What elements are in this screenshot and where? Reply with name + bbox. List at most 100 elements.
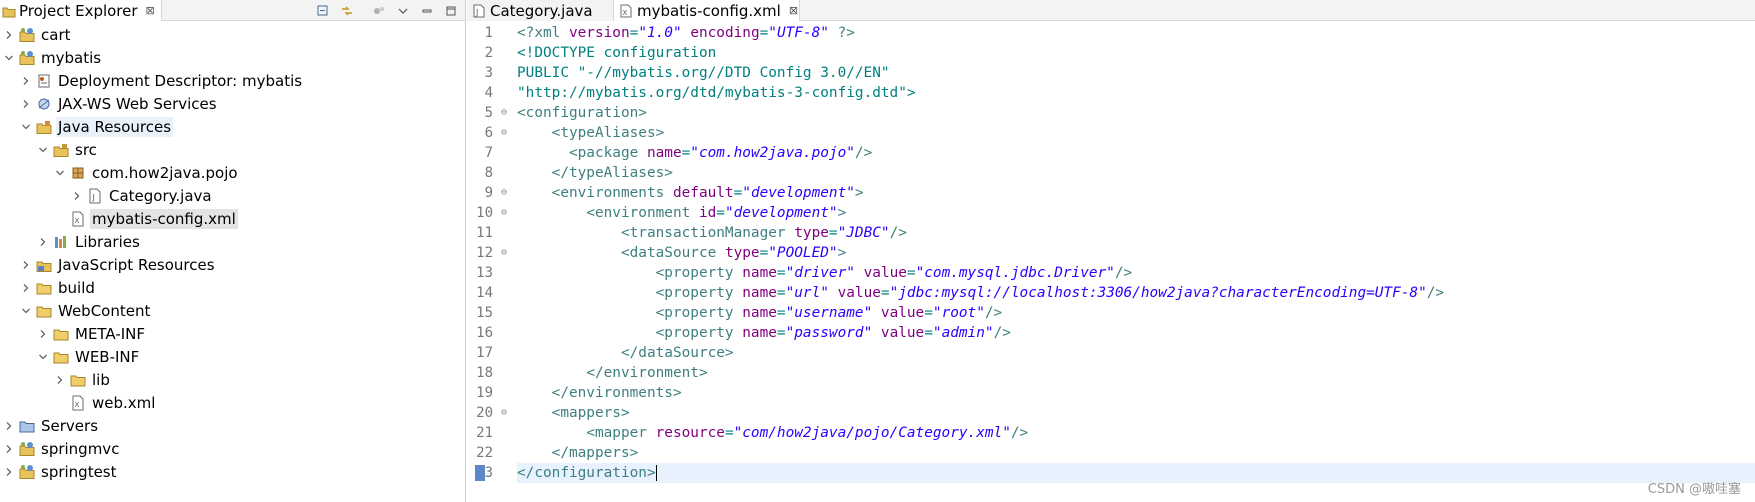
fold-toggle-icon[interactable]: ⊖: [501, 123, 507, 143]
maximize-icon[interactable]: [444, 4, 458, 18]
chevron-right-icon[interactable]: [36, 327, 50, 341]
chevron-down-icon[interactable]: [36, 350, 50, 364]
code-line[interactable]: <transactionManager type="JDBC"/>: [517, 223, 1755, 243]
tab-category-java[interactable]: J Category.java: [467, 0, 614, 21]
tree-item-webcontent[interactable]: WebContent: [0, 299, 465, 322]
chevron-right-icon[interactable]: [19, 97, 33, 111]
chevron-right-icon[interactable]: [19, 74, 33, 88]
code-line[interactable]: <property name="password" value="admin"/…: [517, 323, 1755, 343]
xml-tag: <transactionManager: [620, 225, 795, 241]
fold-toggle-icon[interactable]: ⊖: [501, 243, 507, 263]
tree-item-build[interactable]: build: [0, 276, 465, 299]
xml-tag: </dataSource>: [620, 345, 734, 361]
tree-item-category-java[interactable]: J Category.java: [0, 184, 465, 207]
tree-item-meta-inf[interactable]: META-INF: [0, 322, 465, 345]
tree-item-jax-ws-web-services[interactable]: JAX-WS Web Services: [0, 92, 465, 115]
tab-mybatis-config-xml[interactable]: X mybatis-config.xml ⊠: [614, 0, 800, 21]
code-line[interactable]: </dataSource>: [517, 343, 1755, 363]
link-with-editor-icon[interactable]: [340, 4, 354, 18]
code-line[interactable]: </typeAliases>: [517, 163, 1755, 183]
code-line[interactable]: PUBLIC "-//mybatis.org//DTD Config 3.0//…: [517, 63, 1755, 83]
code-line[interactable]: <?xml version="1.0" encoding="UTF-8" ?>: [517, 23, 1755, 43]
package-icon: [69, 165, 87, 181]
xml-value: "com.how2java.pojo": [690, 145, 855, 161]
code-line[interactable]: <typeAliases>: [517, 123, 1755, 143]
close-icon[interactable]: ⊠: [146, 4, 155, 17]
tab-project-explorer[interactable]: Project Explorer ⊠: [0, 0, 162, 21]
tree-item-java-resources[interactable]: Java Resources: [0, 115, 465, 138]
code-line[interactable]: <mapper resource="com/how2java/pojo/Cate…: [517, 423, 1755, 443]
xml-tag: />: [889, 225, 907, 241]
chevron-right-icon[interactable]: [2, 465, 16, 479]
code-line[interactable]: <dataSource type="POOLED">: [517, 243, 1755, 263]
chevron-right-icon[interactable]: [19, 281, 33, 295]
tree-item-src[interactable]: src: [0, 138, 465, 161]
tree-item-mybatis[interactable]: mybatis: [0, 46, 465, 69]
xml-tag: </mappers>: [551, 445, 639, 461]
chevron-down-icon[interactable]: [19, 304, 33, 318]
code-area[interactable]: <?xml version="1.0" encoding="UTF-8" ?> <…: [517, 23, 1755, 483]
tree-item-servers[interactable]: Servers: [0, 414, 465, 437]
xml-attribute: resource: [655, 425, 725, 441]
code-line[interactable]: </environments>: [517, 383, 1755, 403]
xml-tag: </environment>: [586, 365, 708, 381]
chevron-right-icon[interactable]: [53, 373, 67, 387]
code-line[interactable]: </mappers>: [517, 443, 1755, 463]
editor-tabbar: J Category.java X mybatis-config.xml ⊠: [467, 0, 1755, 21]
code-line[interactable]: <package name="com.how2java.pojo"/>: [517, 143, 1755, 163]
code-line[interactable]: <!DOCTYPE configuration: [517, 43, 1755, 63]
xml-text: [517, 365, 586, 381]
chevron-right-icon[interactable]: [70, 189, 84, 203]
fold-toggle-icon[interactable]: ⊖: [501, 403, 507, 423]
tree-item-web-xml[interactable]: Xweb.xml: [0, 391, 465, 414]
xml-text: [872, 325, 881, 341]
view-menu-icon[interactable]: [396, 4, 410, 18]
code-line[interactable]: <environment id="development">: [517, 203, 1755, 223]
code-line[interactable]: <property name="driver" value="com.mysql…: [517, 263, 1755, 283]
xml-value: "development": [724, 205, 838, 221]
fold-toggle-icon[interactable]: ⊖: [501, 203, 507, 223]
tree-item-javascript-resources[interactable]: JavaScript Resources: [0, 253, 465, 276]
tree-item-springtest[interactable]: springtest: [0, 460, 465, 483]
chevron-down-icon[interactable]: [36, 143, 50, 157]
code-line[interactable]: </environment>: [517, 363, 1755, 383]
code-line[interactable]: "http://mybatis.org/dtd/mybatis-3-config…: [517, 83, 1755, 103]
fold-toggle-icon[interactable]: ⊖: [501, 183, 507, 203]
tree-item-springmvc[interactable]: springmvc: [0, 437, 465, 460]
code-line[interactable]: <environments default="development">: [517, 183, 1755, 203]
tree-item-com-how2java-pojo[interactable]: com.how2java.pojo: [0, 161, 465, 184]
code-line[interactable]: <property name="url" value="jdbc:mysql:/…: [517, 283, 1755, 303]
tree-item-deployment-descriptor-mybatis[interactable]: Deployment Descriptor: mybatis: [0, 69, 465, 92]
line-number: 21: [467, 423, 511, 443]
collapse-all-icon[interactable]: [316, 4, 330, 18]
tree-item-cart[interactable]: cart: [0, 23, 465, 46]
tree-item-mybatis-config-xml[interactable]: Xmybatis-config.xml: [0, 207, 465, 230]
chevron-right-icon[interactable]: [2, 28, 16, 42]
fold-toggle-icon[interactable]: ⊖: [501, 103, 507, 123]
line-number: 11: [467, 223, 511, 243]
tree-item-web-inf[interactable]: WEB-INF: [0, 345, 465, 368]
chevron-down-icon[interactable]: [19, 120, 33, 134]
xml-text: [517, 405, 552, 421]
chevron-right-icon[interactable]: [2, 419, 16, 433]
code-line[interactable]: <configuration>: [517, 103, 1755, 123]
xml-text: [517, 305, 656, 321]
xml-attribute: name: [742, 265, 777, 281]
chevron-right-icon[interactable]: [19, 258, 33, 272]
chevron-down-icon[interactable]: [53, 166, 67, 180]
code-line[interactable]: <property name="username" value="root"/>: [517, 303, 1755, 323]
chevron-right-icon[interactable]: [2, 442, 16, 456]
line-number: 16: [467, 323, 511, 343]
project-icon: [18, 27, 36, 43]
code-line[interactable]: </configuration>: [517, 463, 1755, 483]
line-number-gutter[interactable]: 1 2 3 4 5 ⊖ 6 ⊖ 7 8 9 ⊖ 10 ⊖ 11 12 ⊖ 13 14 15 16 17 18 19 20 ⊖ 21 2…: [467, 23, 511, 502]
chevron-right-icon[interactable]: [36, 235, 50, 249]
focus-icon[interactable]: [372, 4, 386, 18]
close-icon[interactable]: ⊠: [789, 4, 798, 17]
chevron-down-icon[interactable]: [2, 51, 16, 65]
tree-item-lib[interactable]: lib: [0, 368, 465, 391]
svg-text:J: J: [92, 193, 95, 202]
code-line[interactable]: <mappers>: [517, 403, 1755, 423]
tree-item-libraries[interactable]: Libraries: [0, 230, 465, 253]
minimize-icon[interactable]: [420, 4, 434, 18]
